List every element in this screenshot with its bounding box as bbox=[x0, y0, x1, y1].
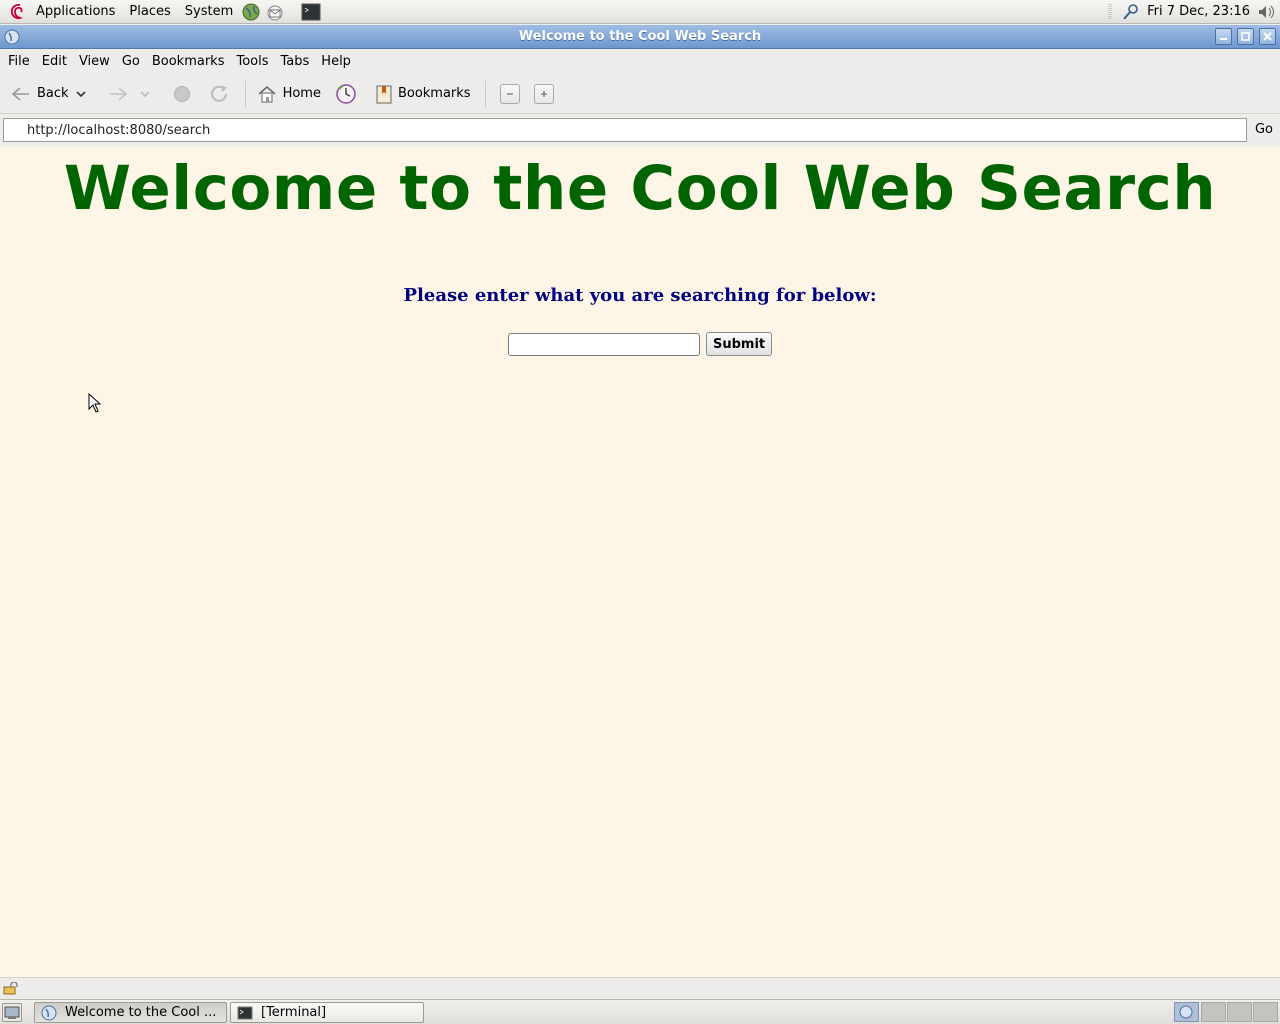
window-title: Welcome to the Cool Web Search bbox=[518, 29, 762, 44]
reload-button[interactable] bbox=[205, 79, 235, 109]
search-prompt: Please enter what you are searching for … bbox=[403, 285, 877, 306]
taskbar-item-label: Welcome to the Cool ... bbox=[65, 1005, 217, 1020]
terminal-window-icon bbox=[237, 1006, 253, 1019]
back-button[interactable]: Back bbox=[6, 79, 73, 109]
reload-icon bbox=[210, 84, 227, 102]
system-menu[interactable]: System bbox=[179, 0, 239, 24]
menu-tools[interactable]: Tools bbox=[230, 49, 274, 74]
close-icon bbox=[1263, 32, 1272, 41]
menu-go[interactable]: Go bbox=[116, 49, 146, 74]
maximize-button[interactable] bbox=[1237, 28, 1254, 45]
zoom-out-button[interactable] bbox=[499, 83, 520, 104]
clock[interactable]: Fri 7 Dec, 23:16 bbox=[1141, 4, 1256, 19]
places-menu[interactable]: Places bbox=[123, 0, 176, 24]
bookmarks-book-icon bbox=[376, 85, 392, 103]
top-panel: Applications Places System Fri 7 Dec, 23… bbox=[0, 0, 1280, 24]
search-tool-icon[interactable] bbox=[1121, 2, 1141, 22]
location-bar: Go bbox=[0, 114, 1280, 146]
workspace-2[interactable] bbox=[1201, 1002, 1226, 1022]
go-button[interactable]: Go bbox=[1250, 118, 1278, 142]
toolbar-separator bbox=[484, 80, 486, 107]
back-history-dropdown[interactable] bbox=[73, 79, 89, 109]
debian-logo-icon[interactable] bbox=[8, 2, 28, 22]
applications-menu[interactable]: Applications bbox=[30, 0, 121, 24]
workspace-browser-indicator[interactable] bbox=[1174, 1002, 1199, 1022]
terminal-launcher-icon[interactable] bbox=[301, 2, 321, 22]
taskbar-item-label: [Terminal] bbox=[261, 1005, 327, 1020]
browser-window-icon bbox=[41, 1005, 57, 1020]
padlock-icon[interactable] bbox=[3, 982, 18, 995]
window-menu-icon[interactable] bbox=[4, 29, 20, 45]
submit-button[interactable]: Submit bbox=[706, 332, 773, 356]
menu-tabs[interactable]: Tabs bbox=[275, 49, 316, 74]
workspace-3[interactable] bbox=[1227, 1002, 1252, 1022]
show-desktop-button[interactable] bbox=[2, 1003, 22, 1022]
search-form: Submit bbox=[508, 332, 773, 356]
menu-edit[interactable]: Edit bbox=[36, 49, 73, 74]
close-button[interactable] bbox=[1259, 28, 1276, 45]
forward-button[interactable] bbox=[103, 79, 133, 109]
page-heading: Welcome to the Cool Web Search bbox=[63, 153, 1217, 224]
email-launcher-icon[interactable] bbox=[265, 2, 285, 22]
toolbar-separator bbox=[244, 80, 246, 107]
chevron-down-icon bbox=[75, 90, 86, 97]
volume-icon[interactable] bbox=[1256, 2, 1278, 22]
chevron-down-icon bbox=[139, 90, 150, 97]
status-bar bbox=[0, 977, 1280, 999]
search-input[interactable] bbox=[508, 332, 700, 356]
taskbar-item-browser[interactable]: Welcome to the Cool ... bbox=[34, 1002, 227, 1023]
forward-history-dropdown[interactable] bbox=[137, 79, 153, 109]
navigation-toolbar: Back Home Bookmarks bbox=[0, 74, 1280, 114]
back-label: Back bbox=[37, 86, 69, 101]
home-button[interactable]: Home bbox=[252, 79, 325, 109]
window-titlebar[interactable]: Welcome to the Cool Web Search bbox=[0, 25, 1280, 49]
minus-icon bbox=[506, 92, 513, 95]
web-browser-launcher-icon[interactable] bbox=[241, 2, 261, 22]
history-button[interactable] bbox=[331, 79, 361, 109]
back-arrow-icon bbox=[11, 86, 29, 101]
workspace-4[interactable] bbox=[1253, 1002, 1278, 1022]
home-icon bbox=[258, 85, 276, 102]
stop-icon bbox=[173, 85, 190, 102]
maximize-icon bbox=[1241, 32, 1250, 41]
menu-help[interactable]: Help bbox=[315, 49, 357, 74]
browser-window-icon bbox=[1179, 1005, 1193, 1019]
home-label: Home bbox=[282, 86, 321, 101]
taskbar-item-terminal[interactable]: [Terminal] bbox=[230, 1002, 424, 1023]
menu-file[interactable]: File bbox=[2, 49, 36, 74]
desktop-icon bbox=[4, 1006, 20, 1019]
minimize-icon bbox=[1220, 38, 1227, 40]
menu-view[interactable]: View bbox=[73, 49, 116, 74]
notification-area-handle-icon bbox=[1108, 3, 1112, 20]
url-input[interactable] bbox=[3, 118, 1247, 142]
zoom-in-button[interactable] bbox=[533, 83, 554, 104]
plus-icon bbox=[540, 90, 547, 97]
bookmarks-label: Bookmarks bbox=[397, 86, 471, 101]
bookmarks-button[interactable]: Bookmarks bbox=[371, 79, 475, 109]
mouse-cursor-icon bbox=[88, 393, 102, 413]
page-content: Welcome to the Cool Web Search Please en… bbox=[0, 147, 1280, 977]
history-clock-icon bbox=[336, 83, 356, 104]
minimize-button[interactable] bbox=[1215, 28, 1232, 45]
bottom-panel: Welcome to the Cool ... [Terminal] bbox=[0, 999, 1280, 1024]
forward-arrow-icon bbox=[109, 86, 127, 101]
menu-bookmarks[interactable]: Bookmarks bbox=[146, 49, 231, 74]
stop-button[interactable] bbox=[169, 79, 195, 109]
menubar: File Edit View Go Bookmarks Tools Tabs H… bbox=[0, 49, 1280, 74]
